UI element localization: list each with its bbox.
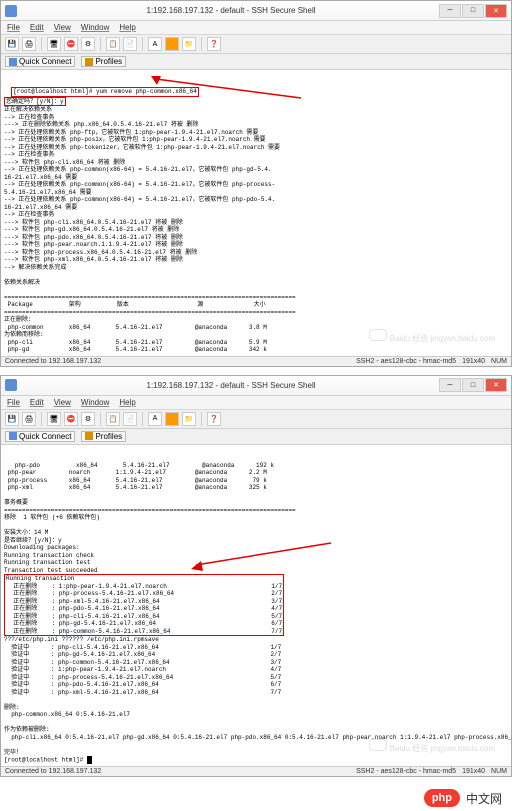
menu-window[interactable]: Window: [81, 23, 109, 32]
font-a-icon[interactable]: A: [148, 37, 162, 51]
phpcn-branding: php 中文网: [0, 785, 512, 811]
status-conn: Connected to 192.168.197.132: [5, 768, 101, 775]
save-icon[interactable]: 💾: [5, 37, 19, 51]
color-icon[interactable]: [165, 37, 179, 51]
status-cipher: SSH2 - aes128-cbc - hmac-md5: [356, 358, 456, 365]
help-icon[interactable]: ❓: [207, 412, 221, 426]
help-icon[interactable]: ❓: [207, 37, 221, 51]
terminal-2[interactable]: php-pdo x86_64 5.4.16-21.el7 @anaconda 1…: [1, 445, 511, 767]
color-icon[interactable]: [165, 412, 179, 426]
status-num: NUM: [491, 768, 507, 775]
quick-row: Quick Connect Profiles: [1, 429, 511, 445]
statusbar: Connected to 192.168.197.132 SSH2 - aes1…: [1, 356, 511, 366]
connect-icon: [9, 432, 17, 440]
app-icon: [5, 379, 17, 391]
maximize-button[interactable]: □: [462, 378, 484, 392]
menubar: File Edit View Window Help: [1, 396, 511, 410]
paste-icon[interactable]: 📄: [123, 37, 137, 51]
copy-icon[interactable]: 📋: [106, 412, 120, 426]
phpcn-text: 中文网: [466, 790, 502, 807]
profiles-icon: [85, 58, 93, 66]
status-cipher: SSH2 - aes128-cbc - hmac-md5: [356, 768, 456, 775]
close-button[interactable]: ✕: [485, 4, 507, 18]
menubar: File Edit View Window Help: [1, 21, 511, 35]
menu-view[interactable]: View: [54, 398, 71, 407]
terminal-1[interactable]: [root@localhost html]# yum remove php-co…: [1, 70, 511, 356]
menu-edit[interactable]: Edit: [30, 23, 44, 32]
folder-icon[interactable]: 📁: [182, 412, 196, 426]
maximize-button[interactable]: □: [462, 4, 484, 18]
print-icon[interactable]: 🖨: [22, 37, 36, 51]
copy-icon[interactable]: 📋: [106, 37, 120, 51]
status-size: 191x40: [462, 358, 485, 365]
profiles-button[interactable]: Profiles: [81, 431, 126, 442]
connect-icon: [9, 58, 17, 66]
close-button[interactable]: ✕: [485, 378, 507, 392]
disconnect-icon[interactable]: ⛔: [64, 412, 78, 426]
red-arrow: [191, 541, 341, 571]
statusbar: Connected to 192.168.197.132 SSH2 - aes1…: [1, 766, 511, 776]
computer-icon[interactable]: 🖥: [47, 412, 61, 426]
quick-connect-button[interactable]: Quick Connect: [5, 56, 75, 67]
menu-help[interactable]: Help: [119, 398, 135, 407]
window-title: 1:192.168.197.132 - default - SSH Secure…: [23, 381, 439, 390]
status-num: NUM: [491, 358, 507, 365]
menu-view[interactable]: View: [54, 23, 71, 32]
toolbar: 💾 🖨 🖥 ⛔ ⚙ 📋 📄 A 📁 ❓: [1, 410, 511, 429]
ssh-window-1: 1:192.168.197.132 - default - SSH Secure…: [0, 0, 512, 367]
menu-file[interactable]: File: [7, 23, 20, 32]
disconnect-icon[interactable]: ⛔: [64, 37, 78, 51]
minimize-button[interactable]: ─: [439, 4, 461, 18]
menu-window[interactable]: Window: [81, 398, 109, 407]
menu-edit[interactable]: Edit: [30, 398, 44, 407]
window-title: 1:192.168.197.132 - default - SSH Secure…: [23, 6, 439, 15]
minimize-button[interactable]: ─: [439, 378, 461, 392]
save-icon[interactable]: 💾: [5, 412, 19, 426]
profiles-button[interactable]: Profiles: [81, 56, 126, 67]
titlebar[interactable]: 1:192.168.197.132 - default - SSH Secure…: [1, 1, 511, 21]
settings-icon[interactable]: ⚙: [81, 37, 95, 51]
print-icon[interactable]: 🖨: [22, 412, 36, 426]
php-badge: php: [424, 789, 460, 807]
computer-icon[interactable]: 🖥: [47, 37, 61, 51]
profiles-icon: [85, 432, 93, 440]
titlebar[interactable]: 1:192.168.197.132 - default - SSH Secure…: [1, 376, 511, 396]
folder-icon[interactable]: 📁: [182, 37, 196, 51]
font-a-icon[interactable]: A: [148, 412, 162, 426]
quick-row: Quick Connect Profiles: [1, 54, 511, 70]
toolbar: 💾 🖨 🖥 ⛔ ⚙ 📋 📄 A 📁 ❓: [1, 35, 511, 54]
quick-connect-button[interactable]: Quick Connect: [5, 431, 75, 442]
menu-file[interactable]: File: [7, 398, 20, 407]
menu-help[interactable]: Help: [119, 23, 135, 32]
app-icon: [5, 5, 17, 17]
status-conn: Connected to 192.168.197.132: [5, 358, 101, 365]
paste-icon[interactable]: 📄: [123, 412, 137, 426]
status-size: 191x40: [462, 768, 485, 775]
settings-icon[interactable]: ⚙: [81, 412, 95, 426]
